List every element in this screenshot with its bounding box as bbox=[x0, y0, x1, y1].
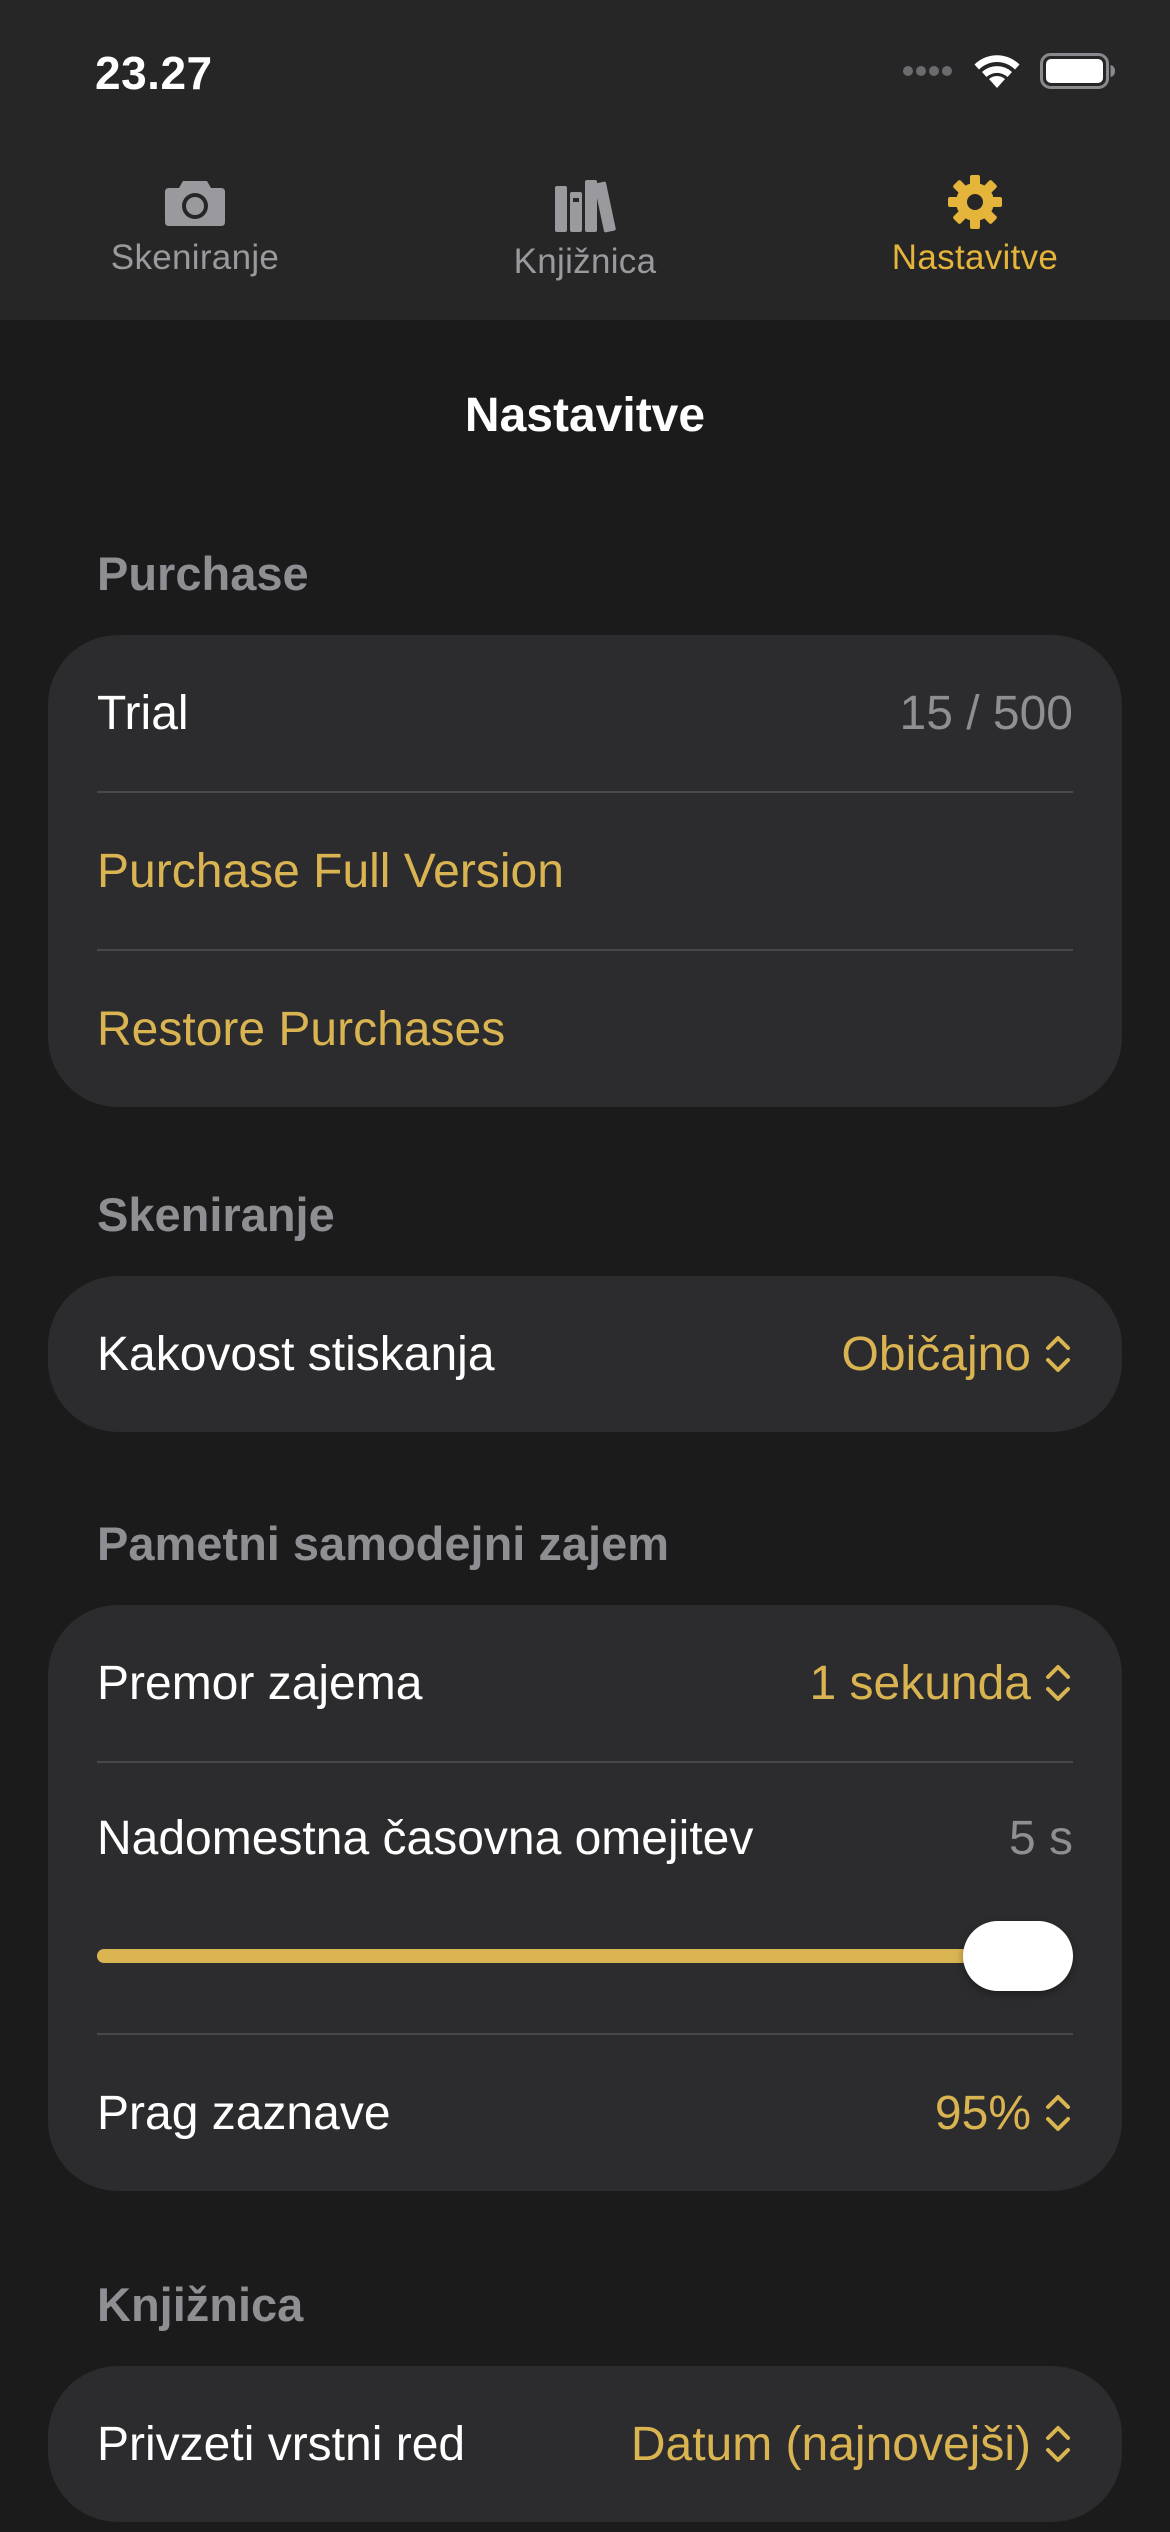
trial-label: Trial bbox=[97, 686, 189, 740]
chevron-up-down-icon bbox=[1046, 2095, 1070, 2131]
status-bar: 23.27 bbox=[0, 0, 1170, 140]
wifi-icon bbox=[974, 55, 1020, 88]
tab-settings-label: Nastavitve bbox=[891, 238, 1059, 277]
status-icons bbox=[902, 52, 1116, 90]
settings-screen: 23.27 Skeniranje Knjižnica Nastavitve Na… bbox=[0, 0, 1170, 2532]
tab-scanning-label: Skeniranje bbox=[110, 238, 280, 277]
restore-purchases-button[interactable]: Restore Purchases bbox=[48, 951, 1122, 1107]
section-header-scanning: Skeniranje bbox=[97, 1188, 335, 1241]
scanning-group: Kakovost stiskanja Običajno bbox=[48, 1276, 1122, 1432]
default-sort-order-label: Privzeti vrstni red bbox=[97, 2417, 466, 2471]
chevron-up-down-icon bbox=[1046, 1336, 1070, 1372]
slider-track[interactable] bbox=[97, 1949, 1073, 1963]
fallback-timeout-slider[interactable] bbox=[48, 1913, 1122, 2033]
compression-quality-row[interactable]: Kakovost stiskanja Običajno bbox=[48, 1276, 1122, 1432]
trial-value: 15 / 500 bbox=[899, 686, 1073, 740]
page-title: Nastavitve bbox=[464, 389, 706, 442]
library-group: Privzeti vrstni red Datum (najnovejši) bbox=[48, 2366, 1122, 2522]
slider-thumb[interactable] bbox=[963, 1921, 1073, 1991]
chevron-up-down-icon bbox=[1046, 2426, 1070, 2462]
detection-threshold-value: 95% bbox=[934, 2086, 1031, 2140]
purchase-group: Trial 15 / 500 Purchase Full Version Res… bbox=[48, 635, 1122, 1107]
tab-library-label: Knjižnica bbox=[513, 242, 657, 281]
status-time: 23.27 bbox=[95, 47, 213, 99]
compression-quality-value: Običajno bbox=[841, 1327, 1031, 1381]
compression-quality-picker[interactable]: Običajno bbox=[842, 1327, 1073, 1382]
section-header-library: Knjižnica bbox=[97, 2278, 304, 2331]
restore-purchases-label: Restore Purchases bbox=[97, 1002, 506, 1056]
tab-library[interactable]: Knjižnica bbox=[435, 174, 735, 304]
tab-scanning[interactable]: Skeniranje bbox=[45, 170, 345, 300]
smart-capture-group: Premor zajema 1 sekunda Nadomestna časov… bbox=[48, 1605, 1122, 2191]
default-sort-order-value: Datum (najnovejši) bbox=[630, 2417, 1031, 2471]
purchase-full-version-button[interactable]: Purchase Full Version bbox=[48, 793, 1122, 949]
camera-icon bbox=[160, 170, 230, 234]
tab-bar: Skeniranje Knjižnica Nastavitve bbox=[0, 170, 1170, 300]
detection-threshold-row[interactable]: Prag zaznave 95% bbox=[48, 2035, 1122, 2191]
default-sort-order-picker[interactable]: Datum (najnovejši) bbox=[631, 2417, 1073, 2472]
section-header-smart-capture: Pametni samodejni zajem bbox=[97, 1517, 670, 1570]
detection-threshold-label: Prag zaznave bbox=[97, 2086, 391, 2140]
purchase-full-version-label: Purchase Full Version bbox=[97, 844, 564, 898]
capture-pause-label: Premor zajema bbox=[97, 1656, 423, 1710]
gear-icon bbox=[940, 170, 1010, 234]
fallback-timeout-row: Nadomestna časovna omejitev 5 s bbox=[48, 1763, 1122, 1913]
compression-quality-label: Kakovost stiskanja bbox=[97, 1327, 495, 1381]
fallback-timeout-label: Nadomestna časovna omejitev bbox=[97, 1811, 754, 1865]
cellular-signal-icon bbox=[903, 66, 952, 76]
chevron-up-down-icon bbox=[1046, 1665, 1070, 1701]
fallback-timeout-value: 5 s bbox=[1008, 1811, 1073, 1865]
detection-threshold-picker[interactable]: 95% bbox=[935, 2086, 1073, 2141]
capture-pause-value: 1 sekunda bbox=[809, 1656, 1031, 1710]
default-sort-order-row[interactable]: Privzeti vrstni red Datum (najnovejši) bbox=[48, 2366, 1122, 2522]
battery-icon bbox=[1040, 53, 1115, 89]
top-bar: 23.27 Skeniranje Knjižnica Nastavitve bbox=[0, 0, 1170, 320]
trial-row: Trial 15 / 500 bbox=[48, 635, 1122, 791]
slider-fill bbox=[97, 1949, 1073, 1963]
books-icon bbox=[550, 174, 620, 238]
capture-pause-row[interactable]: Premor zajema 1 sekunda bbox=[48, 1605, 1122, 1761]
section-header-purchase: Purchase bbox=[97, 547, 309, 600]
capture-pause-picker[interactable]: 1 sekunda bbox=[809, 1656, 1073, 1711]
tab-settings[interactable]: Nastavitve bbox=[825, 170, 1125, 300]
